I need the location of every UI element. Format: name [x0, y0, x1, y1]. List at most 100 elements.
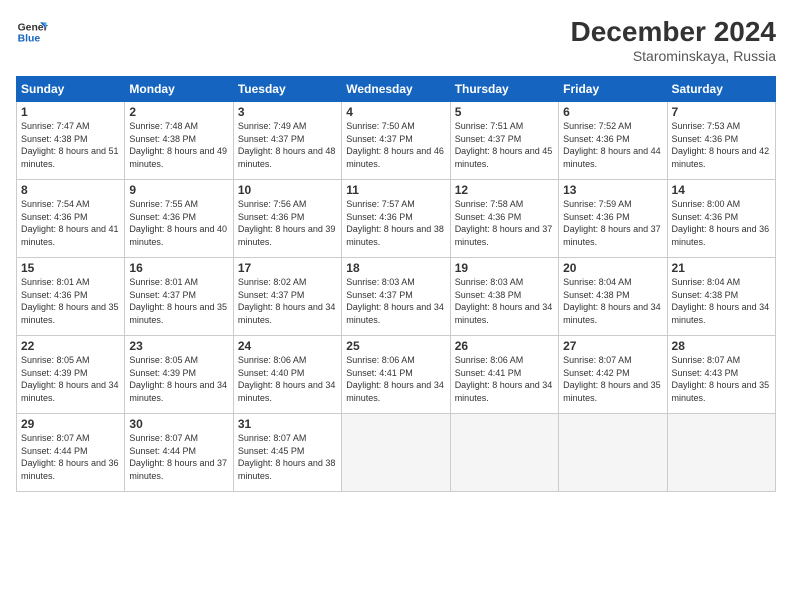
- cell-info: Sunrise: 8:03 AMSunset: 4:38 PMDaylight:…: [455, 277, 553, 325]
- day-number: 10: [238, 183, 337, 197]
- calendar-cell: 23 Sunrise: 8:05 AMSunset: 4:39 PMDayligh…: [125, 336, 233, 414]
- day-number: 5: [455, 105, 554, 119]
- calendar-cell: 20 Sunrise: 8:04 AMSunset: 4:38 PMDayligh…: [559, 258, 667, 336]
- svg-text:Blue: Blue: [18, 34, 41, 45]
- cell-info: Sunrise: 7:55 AMSunset: 4:36 PMDaylight:…: [129, 199, 227, 247]
- col-wednesday: Wednesday: [342, 77, 450, 102]
- day-number: 16: [129, 261, 228, 275]
- calendar-cell: 29Sunrise: 8:07 AMSunset: 4:44 PMDayligh…: [17, 414, 125, 492]
- cell-info: Sunrise: 7:47 AMSunset: 4:38 PMDaylight:…: [21, 121, 119, 169]
- day-number: 7: [672, 105, 771, 119]
- cell-info: Sunrise: 7:56 AMSunset: 4:36 PMDaylight:…: [238, 199, 336, 247]
- logo-icon: General Blue: [16, 16, 48, 48]
- day-number: 9: [129, 183, 228, 197]
- calendar-cell: 9 Sunrise: 7:55 AMSunset: 4:36 PMDaylight…: [125, 180, 233, 258]
- day-number: 12: [455, 183, 554, 197]
- title-area: December 2024 Starominskaya, Russia: [571, 16, 776, 64]
- cell-info: Sunrise: 8:06 AMSunset: 4:41 PMDaylight:…: [455, 355, 553, 403]
- calendar-cell: 28 Sunrise: 8:07 AMSunset: 4:43 PMDayligh…: [667, 336, 775, 414]
- day-number: 11: [346, 183, 445, 197]
- calendar-cell: 26Sunrise: 8:06 AMSunset: 4:41 PMDayligh…: [450, 336, 558, 414]
- day-number: 27: [563, 339, 662, 353]
- calendar-cell: 25Sunrise: 8:06 AMSunset: 4:41 PMDayligh…: [342, 336, 450, 414]
- cell-info: Sunrise: 7:59 AMSunset: 4:36 PMDaylight:…: [563, 199, 661, 247]
- calendar-cell: 16 Sunrise: 8:01 AMSunset: 4:37 PMDayligh…: [125, 258, 233, 336]
- location-subtitle: Starominskaya, Russia: [571, 48, 776, 64]
- cell-info: Sunrise: 7:48 AMSunset: 4:38 PMDaylight:…: [129, 121, 227, 169]
- day-number: 28: [672, 339, 771, 353]
- calendar-cell: [342, 414, 450, 492]
- calendar-cell: 7 Sunrise: 7:53 AMSunset: 4:36 PMDaylight…: [667, 102, 775, 180]
- day-number: 3: [238, 105, 337, 119]
- calendar-row: 15 Sunrise: 8:01 AMSunset: 4:36 PMDayligh…: [17, 258, 776, 336]
- calendar-header-row: Sunday Monday Tuesday Wednesday Thursday…: [17, 77, 776, 102]
- calendar-cell: [667, 414, 775, 492]
- day-number: 8: [21, 183, 120, 197]
- calendar-table: Sunday Monday Tuesday Wednesday Thursday…: [16, 76, 776, 492]
- calendar-cell: 1Sunrise: 7:47 AMSunset: 4:38 PMDaylight…: [17, 102, 125, 180]
- calendar-cell: 8 Sunrise: 7:54 AMSunset: 4:36 PMDaylight…: [17, 180, 125, 258]
- cell-info: Sunrise: 8:07 AMSunset: 4:44 PMDaylight:…: [129, 433, 227, 481]
- calendar-cell: 5 Sunrise: 7:51 AMSunset: 4:37 PMDaylight…: [450, 102, 558, 180]
- cell-info: Sunrise: 7:52 AMSunset: 4:36 PMDaylight:…: [563, 121, 661, 169]
- calendar-row: 1Sunrise: 7:47 AMSunset: 4:38 PMDaylight…: [17, 102, 776, 180]
- day-number: 15: [21, 261, 120, 275]
- cell-info: Sunrise: 8:04 AMSunset: 4:38 PMDaylight:…: [563, 277, 661, 325]
- day-number: 22: [21, 339, 120, 353]
- day-number: 20: [563, 261, 662, 275]
- cell-info: Sunrise: 7:49 AMSunset: 4:37 PMDaylight:…: [238, 121, 336, 169]
- calendar-cell: 12 Sunrise: 7:58 AMSunset: 4:36 PMDayligh…: [450, 180, 558, 258]
- day-number: 14: [672, 183, 771, 197]
- cell-info: Sunrise: 8:05 AMSunset: 4:39 PMDaylight:…: [21, 355, 119, 403]
- col-monday: Monday: [125, 77, 233, 102]
- col-thursday: Thursday: [450, 77, 558, 102]
- cell-info: Sunrise: 8:07 AMSunset: 4:42 PMDaylight:…: [563, 355, 661, 403]
- page: General Blue December 2024 Starominskaya…: [0, 0, 792, 612]
- cell-info: Sunrise: 8:00 AMSunset: 4:36 PMDaylight:…: [672, 199, 770, 247]
- calendar-cell: 17Sunrise: 8:02 AMSunset: 4:37 PMDayligh…: [233, 258, 341, 336]
- day-number: 19: [455, 261, 554, 275]
- day-number: 23: [129, 339, 228, 353]
- calendar-cell: 14 Sunrise: 8:00 AMSunset: 4:36 PMDayligh…: [667, 180, 775, 258]
- cell-info: Sunrise: 7:54 AMSunset: 4:36 PMDaylight:…: [21, 199, 119, 247]
- calendar-cell: 24Sunrise: 8:06 AMSunset: 4:40 PMDayligh…: [233, 336, 341, 414]
- cell-info: Sunrise: 8:05 AMSunset: 4:39 PMDaylight:…: [129, 355, 227, 403]
- calendar-cell: 2 Sunrise: 7:48 AMSunset: 4:38 PMDaylight…: [125, 102, 233, 180]
- cell-info: Sunrise: 7:58 AMSunset: 4:36 PMDaylight:…: [455, 199, 553, 247]
- calendar-row: 22 Sunrise: 8:05 AMSunset: 4:39 PMDayligh…: [17, 336, 776, 414]
- calendar-cell: 6 Sunrise: 7:52 AMSunset: 4:36 PMDaylight…: [559, 102, 667, 180]
- cell-info: Sunrise: 8:04 AMSunset: 4:38 PMDaylight:…: [672, 277, 770, 325]
- col-saturday: Saturday: [667, 77, 775, 102]
- col-friday: Friday: [559, 77, 667, 102]
- cell-info: Sunrise: 7:53 AMSunset: 4:36 PMDaylight:…: [672, 121, 770, 169]
- cell-info: Sunrise: 7:50 AMSunset: 4:37 PMDaylight:…: [346, 121, 444, 169]
- calendar-cell: 31 Sunrise: 8:07 AMSunset: 4:45 PMDayligh…: [233, 414, 341, 492]
- cell-info: Sunrise: 8:01 AMSunset: 4:36 PMDaylight:…: [21, 277, 119, 325]
- day-number: 17: [238, 261, 337, 275]
- day-number: 18: [346, 261, 445, 275]
- day-number: 25: [346, 339, 445, 353]
- cell-info: Sunrise: 8:07 AMSunset: 4:45 PMDaylight:…: [238, 433, 336, 481]
- calendar-cell: 13Sunrise: 7:59 AMSunset: 4:36 PMDayligh…: [559, 180, 667, 258]
- calendar-cell: 11Sunrise: 7:57 AMSunset: 4:36 PMDayligh…: [342, 180, 450, 258]
- calendar-cell: 15 Sunrise: 8:01 AMSunset: 4:36 PMDayligh…: [17, 258, 125, 336]
- day-number: 30: [129, 417, 228, 431]
- day-number: 21: [672, 261, 771, 275]
- cell-info: Sunrise: 7:51 AMSunset: 4:37 PMDaylight:…: [455, 121, 553, 169]
- calendar-cell: [559, 414, 667, 492]
- calendar-cell: [450, 414, 558, 492]
- day-number: 31: [238, 417, 337, 431]
- calendar-cell: 10 Sunrise: 7:56 AMSunset: 4:36 PMDayligh…: [233, 180, 341, 258]
- cell-info: Sunrise: 8:01 AMSunset: 4:37 PMDaylight:…: [129, 277, 227, 325]
- calendar-cell: 18Sunrise: 8:03 AMSunset: 4:37 PMDayligh…: [342, 258, 450, 336]
- day-number: 29: [21, 417, 120, 431]
- day-number: 6: [563, 105, 662, 119]
- calendar-cell: 4Sunrise: 7:50 AMSunset: 4:37 PMDaylight…: [342, 102, 450, 180]
- logo: General Blue: [16, 16, 48, 48]
- col-sunday: Sunday: [17, 77, 125, 102]
- month-title: December 2024: [571, 16, 776, 48]
- day-number: 2: [129, 105, 228, 119]
- calendar-cell: 3 Sunrise: 7:49 AMSunset: 4:37 PMDaylight…: [233, 102, 341, 180]
- cell-info: Sunrise: 8:07 AMSunset: 4:43 PMDaylight:…: [672, 355, 770, 403]
- day-number: 24: [238, 339, 337, 353]
